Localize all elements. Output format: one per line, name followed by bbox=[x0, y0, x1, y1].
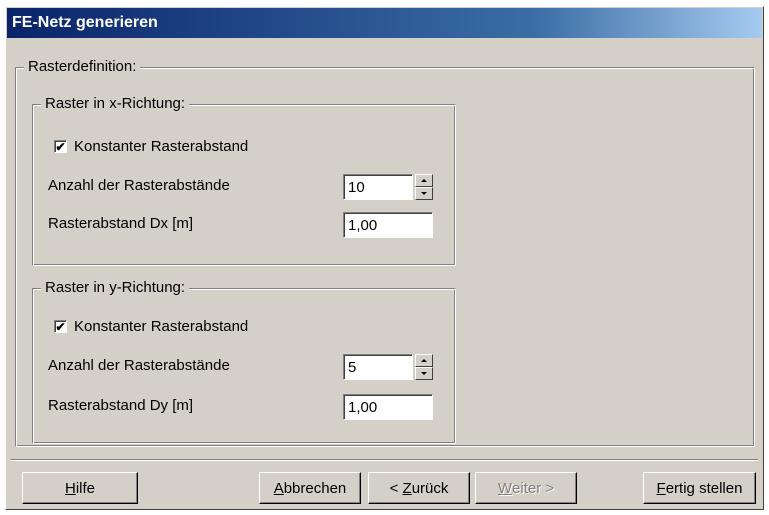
arrow-down-icon bbox=[421, 372, 427, 375]
rasterdefinition-label: Rasterdefinition: bbox=[24, 58, 141, 75]
next-mnemonic: W bbox=[497, 479, 513, 497]
count-x-down-button[interactable] bbox=[415, 187, 433, 200]
cancel-mnemonic: A bbox=[273, 479, 284, 497]
finish-button[interactable]: Fertig stellen bbox=[643, 472, 756, 504]
count-x-up-button[interactable] bbox=[415, 174, 433, 187]
count-y-label: Anzahl der Rasterabstände bbox=[48, 357, 230, 374]
constant-spacing-x-checkbox-row[interactable]: ✔ Konstanter Rasterabstand bbox=[54, 138, 248, 155]
checkmark-icon: ✔ bbox=[55, 319, 66, 334]
count-y-stepper[interactable] bbox=[415, 354, 433, 380]
back-label: urück bbox=[411, 479, 449, 497]
button-separator bbox=[11, 459, 758, 461]
count-x-label: Anzahl der Rasterabstände bbox=[48, 177, 230, 194]
spacing-x-input[interactable]: 1,00 bbox=[343, 212, 433, 238]
help-mnemonic: H bbox=[64, 479, 76, 497]
raster-x-label: Raster in x-Richtung: bbox=[41, 95, 190, 112]
arrow-down-icon bbox=[421, 192, 427, 195]
spacing-x-label: Rasterabstand Dx [m] bbox=[48, 215, 194, 232]
wizard-dialog: FE-Netz generieren Rasterdefinition: Ras… bbox=[5, 6, 764, 510]
constant-spacing-y-label: Konstanter Rasterabstand bbox=[74, 318, 249, 335]
next-button[interactable]: Weiter > bbox=[475, 472, 577, 504]
constant-spacing-x-label: Konstanter Rasterabstand bbox=[74, 138, 249, 155]
constant-spacing-x-checkbox[interactable]: ✔ bbox=[54, 140, 67, 153]
count-x-stepper[interactable] bbox=[415, 174, 433, 200]
spacing-y-label: Rasterabstand Dy [m] bbox=[48, 397, 194, 414]
back-mnemonic: Z bbox=[402, 479, 412, 497]
cancel-label: bbrechen bbox=[283, 479, 347, 497]
spacing-y-input[interactable]: 1,00 bbox=[343, 394, 433, 420]
arrow-up-icon bbox=[421, 359, 427, 362]
checkmark-icon: ✔ bbox=[55, 139, 66, 154]
title-bar: FE-Netz generieren bbox=[7, 8, 762, 38]
count-x-input[interactable]: 10 bbox=[343, 174, 413, 200]
arrow-up-icon bbox=[421, 179, 427, 182]
constant-spacing-y-checkbox-row[interactable]: ✔ Konstanter Rasterabstand bbox=[54, 318, 248, 335]
raster-y-label: Raster in y-Richtung: bbox=[41, 279, 190, 296]
window-title: FE-Netz generieren bbox=[12, 14, 158, 31]
finish-mnemonic: F bbox=[656, 479, 666, 497]
back-prefix: < bbox=[389, 479, 403, 497]
next-label: eiter > bbox=[512, 479, 555, 497]
finish-label: ertig stellen bbox=[665, 479, 743, 497]
count-y-input[interactable]: 5 bbox=[343, 354, 413, 380]
count-y-up-button[interactable] bbox=[415, 354, 433, 367]
help-label: ilfe bbox=[75, 479, 96, 497]
cancel-button[interactable]: Abbrechen bbox=[259, 472, 361, 504]
back-button[interactable]: < Zurück bbox=[368, 472, 470, 504]
help-button[interactable]: Hilfe bbox=[22, 472, 138, 504]
count-y-down-button[interactable] bbox=[415, 367, 433, 380]
constant-spacing-y-checkbox[interactable]: ✔ bbox=[54, 320, 67, 333]
